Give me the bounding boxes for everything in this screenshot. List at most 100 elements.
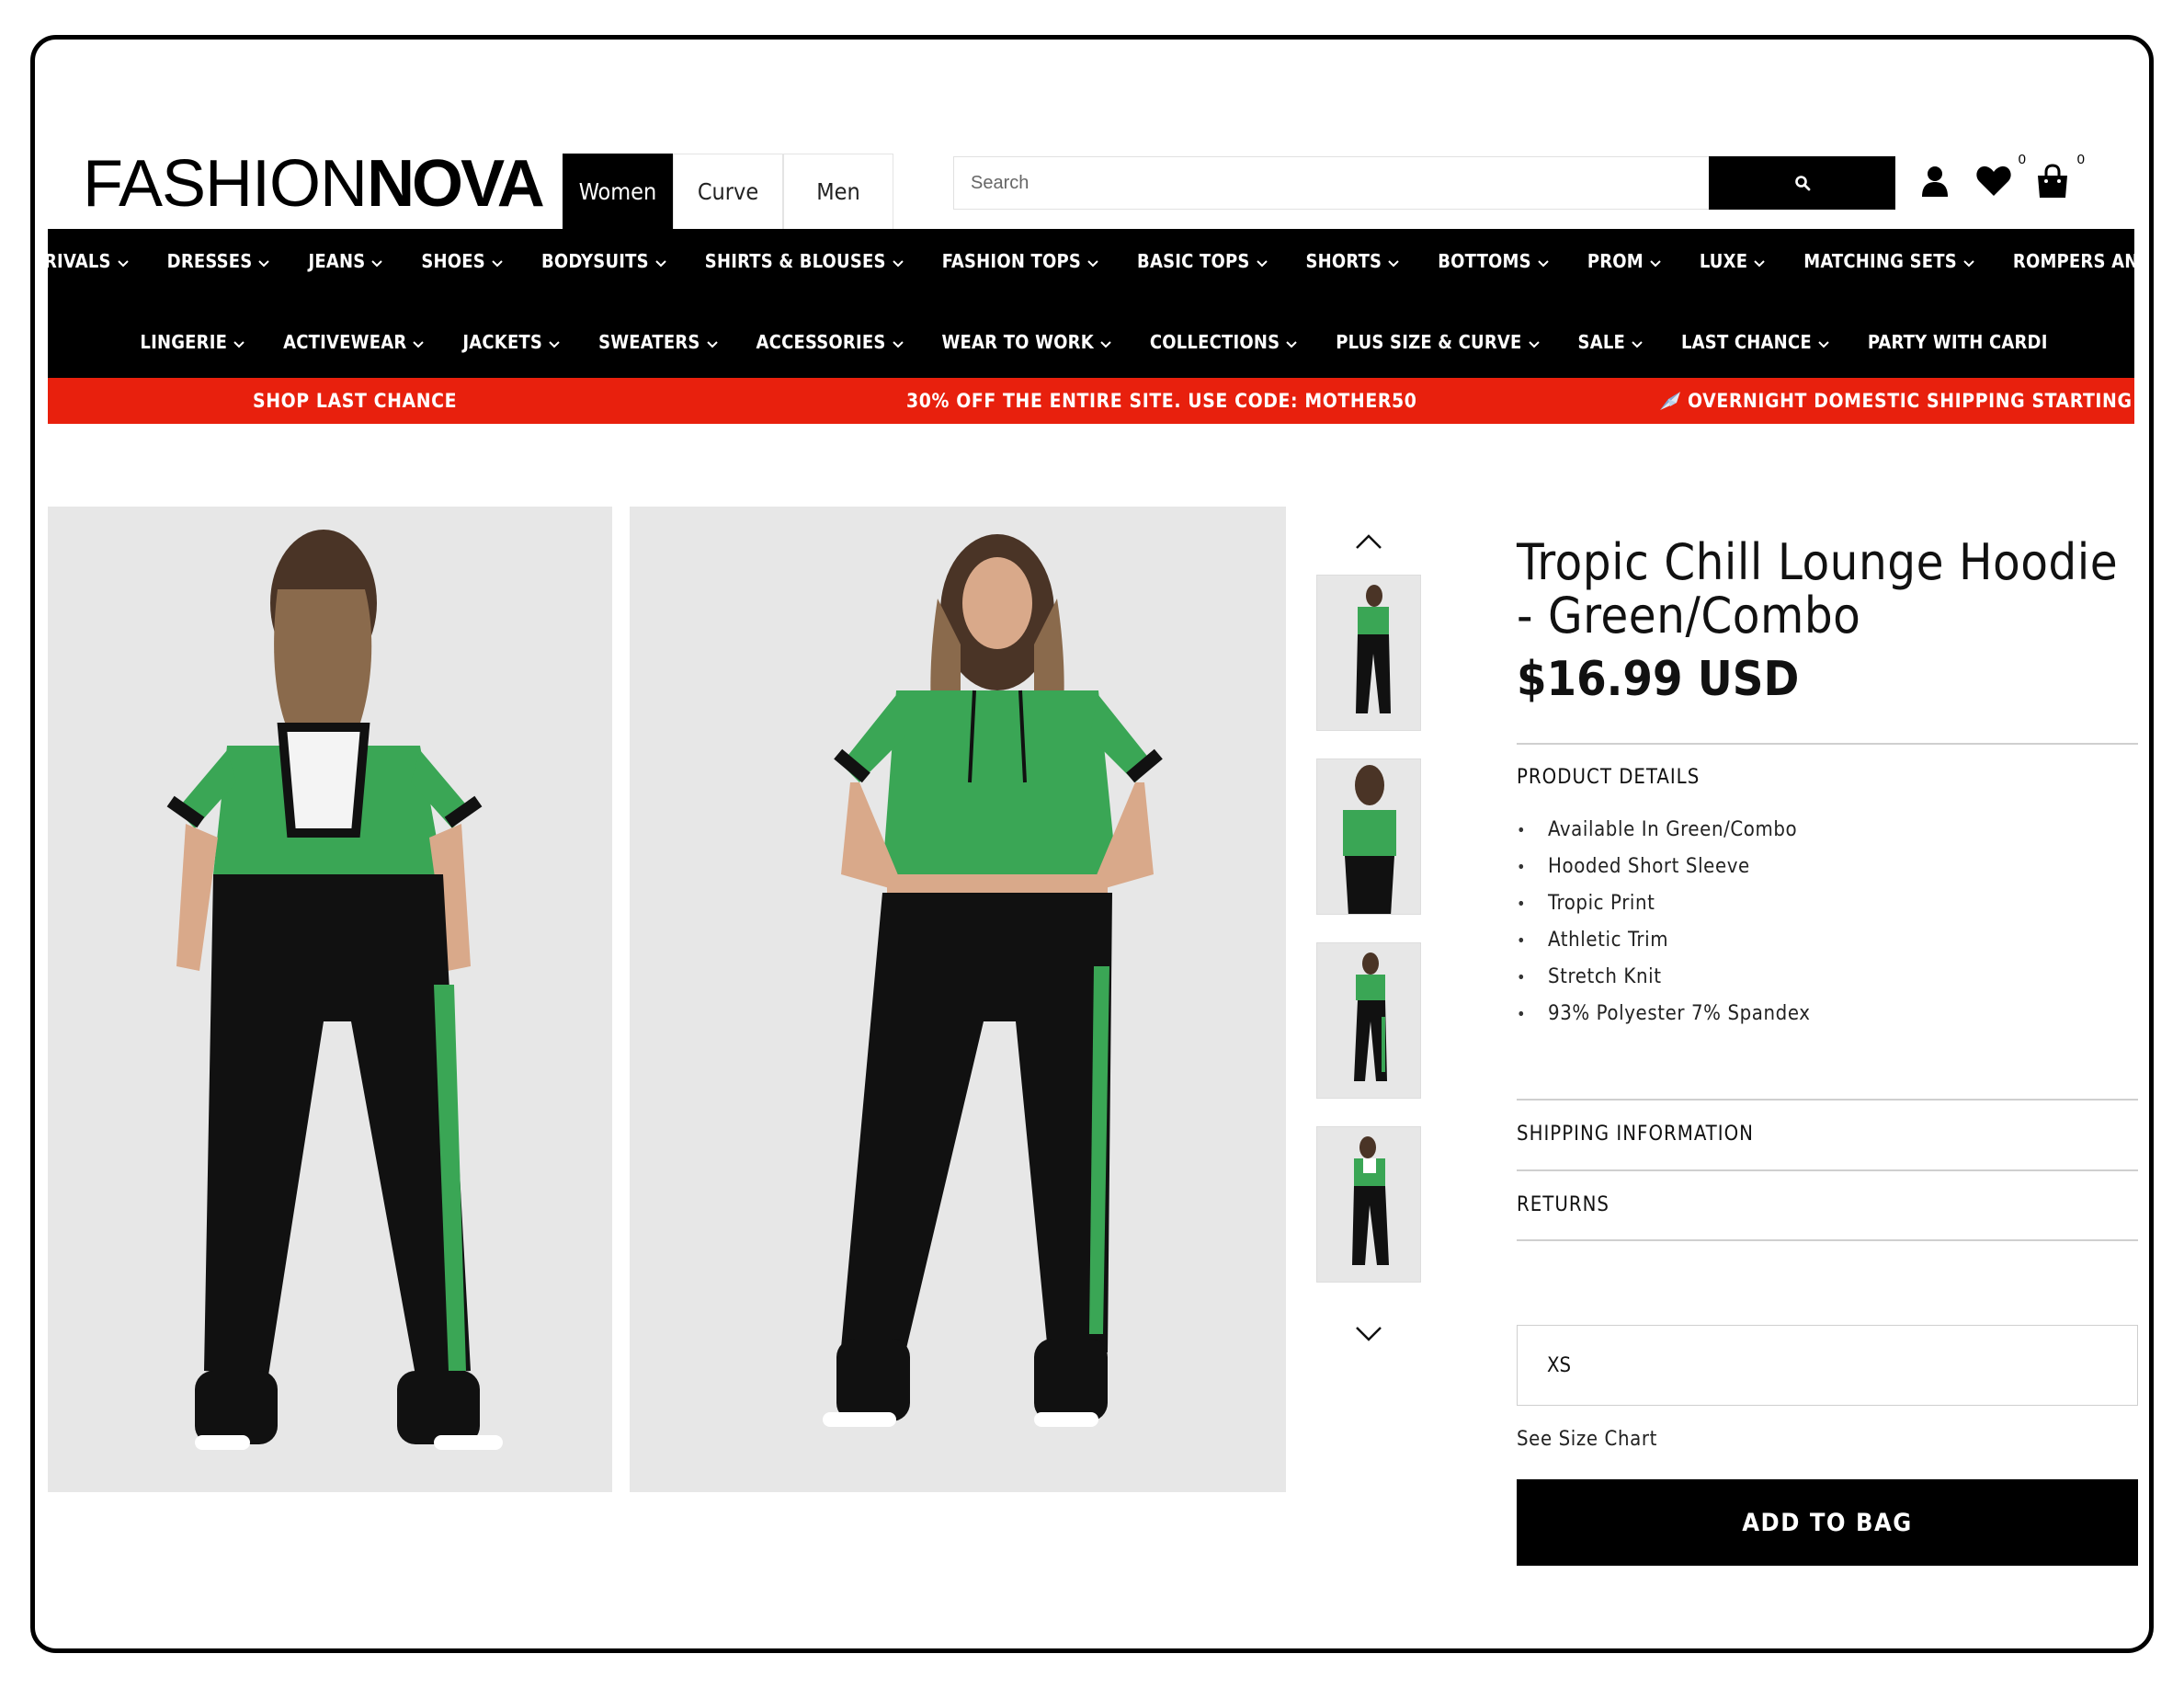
search-bar [953, 156, 1895, 210]
list-item: Hooded Short Sleeve [1517, 849, 1811, 885]
chevron-down-icon [1538, 250, 1549, 272]
chevron-down-icon [706, 331, 718, 353]
nav-item-last-chance[interactable]: LAST CHANCE [1659, 331, 1846, 353]
nav-label: RIVALS [44, 250, 111, 272]
thumbnails-up-button[interactable] [1316, 523, 1421, 560]
chevron-down-icon [117, 250, 129, 272]
nav-item-jeans[interactable]: JEANS [286, 250, 399, 272]
product-photo-front[interactable] [630, 507, 1286, 1492]
main-nav: RIVALS DRESSES JEANS SHOES BODYSUITS SHI… [44, 229, 2149, 378]
nav-label: JEANS [308, 250, 366, 272]
nav-label: SWEATERS [598, 331, 700, 353]
chevron-down-icon [1754, 250, 1765, 272]
divider [1517, 1099, 2138, 1101]
chevron-down-icon [892, 250, 904, 272]
list-item: Athletic Trim [1517, 922, 1811, 959]
nav-label: ACCESSORIES [756, 331, 886, 353]
logo-text-light: FASHION [83, 147, 368, 221]
nav-label: JACKETS [462, 331, 543, 353]
thumbnail-back[interactable] [1316, 1126, 1421, 1283]
search-icon [1794, 176, 1810, 191]
thumbnail-front-full[interactable] [1316, 575, 1421, 731]
shopping-bag-icon [2038, 164, 2067, 198]
size-chart-link[interactable]: See Size Chart [1517, 1428, 1657, 1451]
nav-row-1: RIVALS DRESSES JEANS SHOES BODYSUITS SHI… [44, 238, 2149, 284]
nav-item-shorts[interactable]: SHORTS [1284, 250, 1416, 272]
nav-item-collections[interactable]: COLLECTIONS [1128, 331, 1314, 353]
model-back-illustration [48, 507, 612, 1492]
model-front-illustration [630, 507, 1286, 1492]
nav-item-prom[interactable]: PROM [1565, 250, 1678, 272]
promo-discount-code[interactable]: 30% OFF THE ENTIRE SITE. USE CODE: MOTHE… [906, 378, 1416, 424]
nav-item-plus-size-curve[interactable]: PLUS SIZE & CURVE [1314, 331, 1555, 353]
nav-item-sweaters[interactable]: SWEATERS [576, 331, 734, 353]
nav-item-shirts-blouses[interactable]: SHIRTS & BLOUSES [683, 250, 920, 272]
nav-label: PROM [1587, 250, 1644, 272]
nav-label: FASHION TOPS [941, 250, 1082, 272]
user-icon [1922, 166, 1948, 197]
wishlist-button[interactable]: 0 [1974, 152, 2026, 203]
thumbnails-down-button[interactable] [1316, 1316, 1421, 1352]
product-info: Tropic Chill Lounge Hoodie - Green/Combo… [1517, 533, 2142, 708]
list-item: Available In Green/Combo [1517, 812, 1811, 849]
search-button[interactable] [1709, 156, 1895, 210]
nav-label: PLUS SIZE & CURVE [1336, 331, 1522, 353]
nav-item-fashion-tops[interactable]: FASHION TOPS [920, 250, 1115, 272]
product-photo-back[interactable] [48, 507, 612, 1492]
tab-curve[interactable]: Curve [673, 154, 783, 229]
product-price: $16.99 USD [1517, 652, 1800, 707]
nav-item-lingerie[interactable]: LINGERIE [118, 331, 261, 353]
nav-item-bodysuits[interactable]: BODYSUITS [519, 250, 683, 272]
nav-label: SHIRTS & BLOUSES [704, 250, 886, 272]
chevron-down-icon [1963, 250, 1974, 272]
nav-label: BODYSUITS [540, 250, 649, 272]
shipping-information-toggle[interactable]: SHIPPING INFORMATION [1517, 1123, 1754, 1146]
airplane-icon [1660, 392, 1680, 410]
tab-men[interactable]: Men [783, 154, 893, 229]
product-details-heading[interactable]: PRODUCT DETAILS [1517, 766, 1700, 789]
nav-item-jackets[interactable]: JACKETS [440, 331, 576, 353]
nav-label: PARTY WITH CARDI [1867, 331, 2048, 353]
thumbnail-front-crop[interactable] [1316, 758, 1421, 915]
screenshot-frame: FASHIONNOVA Women Curve Men 0 [30, 35, 2154, 1653]
promo-last-chance-link[interactable]: SHOP LAST CHANCE [253, 378, 457, 424]
nav-item-rompers-jumpsuits[interactable]: ROMPERS AND JUMPSUITS [1991, 250, 2149, 272]
nav-item-basic-tops[interactable]: BASIC TOPS [1115, 250, 1283, 272]
nav-item-wear-to-work[interactable]: WEAR TO WORK [920, 331, 1128, 353]
chevron-down-icon [1356, 1327, 1382, 1341]
logo-text-bold: NOVA [367, 147, 545, 221]
nav-item-sale[interactable]: SALE [1556, 331, 1659, 353]
list-item: 93% Polyester 7% Spandex [1517, 996, 1811, 1032]
nav-item-dresses[interactable]: DRESSES [145, 250, 287, 272]
nav-item-rivals[interactable]: RIVALS [44, 250, 145, 272]
brand-logo[interactable]: FASHIONNOVA [83, 151, 545, 217]
search-input[interactable] [953, 156, 1709, 210]
nav-item-luxe[interactable]: LUXE [1678, 250, 1781, 272]
chevron-down-icon [1632, 331, 1643, 353]
nav-label: LINGERIE [140, 331, 228, 353]
size-select[interactable]: XS [1517, 1325, 2138, 1406]
account-button[interactable] [1916, 159, 1954, 203]
nav-item-party-with-cardi[interactable]: PARTY WITH CARDI [1846, 331, 2065, 353]
tab-women[interactable]: Women [563, 154, 673, 229]
bag-count: 0 [2076, 152, 2085, 167]
nav-item-shoes[interactable]: SHOES [399, 250, 519, 272]
promo-shipping[interactable]: OVERNIGHT DOMESTIC SHIPPING STARTING AT [1658, 378, 2149, 424]
returns-toggle[interactable]: RETURNS [1517, 1193, 1610, 1216]
bag-button[interactable]: 0 [2033, 152, 2085, 203]
chevron-down-icon [892, 331, 904, 353]
chevron-down-icon [655, 250, 666, 272]
nav-label: MATCHING SETS [1803, 250, 1957, 272]
nav-item-accessories[interactable]: ACCESSORIES [734, 331, 920, 353]
chevron-down-icon [1256, 250, 1268, 272]
nav-item-activewear[interactable]: ACTIVEWEAR [261, 331, 440, 353]
thumbnail-side[interactable] [1316, 942, 1421, 1099]
nav-label: SHORTS [1305, 250, 1382, 272]
thumbnail-image [1317, 943, 1420, 1098]
product-title: Tropic Chill Lounge Hoodie - Green/Combo [1517, 533, 2119, 644]
nav-item-bottoms[interactable]: BOTTOMS [1416, 250, 1565, 272]
size-selected-value: XS [1547, 1353, 1572, 1377]
divider [1517, 1169, 2138, 1171]
add-to-bag-button[interactable]: ADD TO BAG [1517, 1479, 2138, 1566]
nav-item-matching-sets[interactable]: MATCHING SETS [1781, 250, 1991, 272]
